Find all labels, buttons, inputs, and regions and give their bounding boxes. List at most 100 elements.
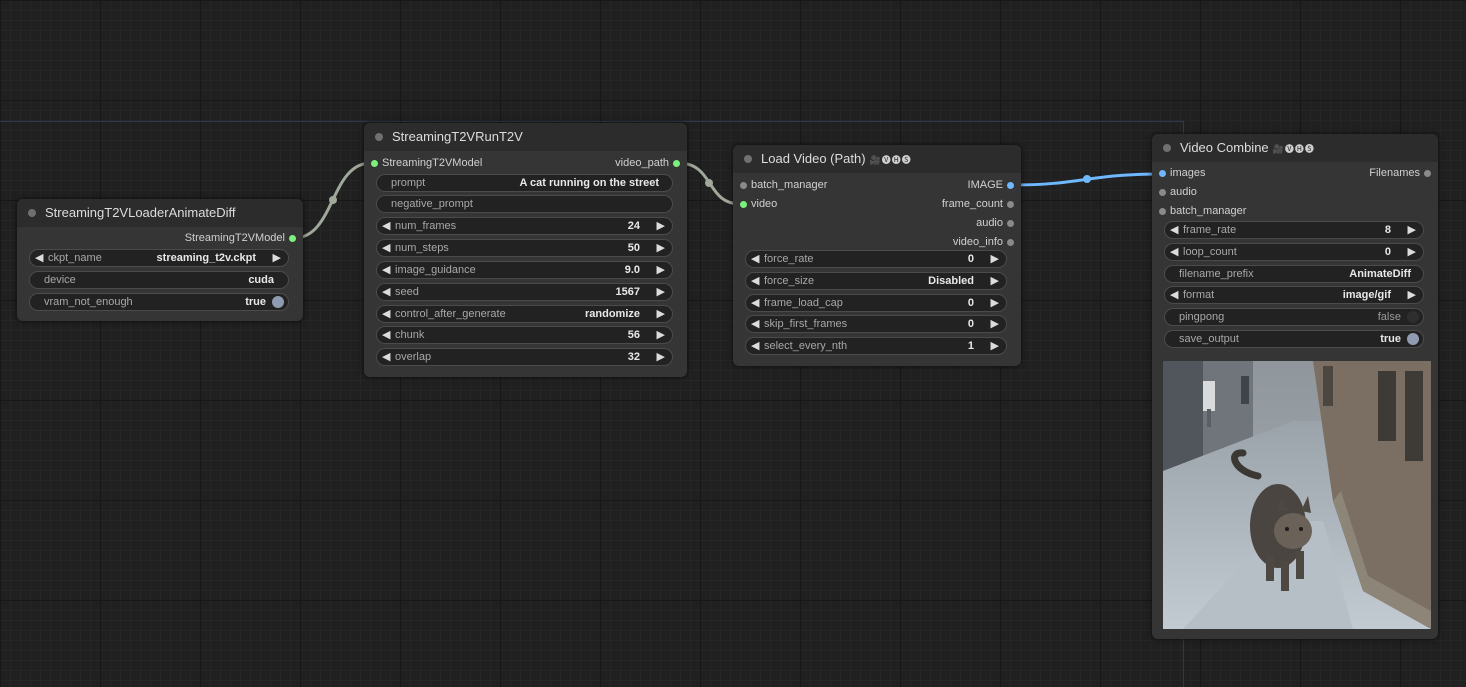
widget-force-size[interactable]: ◀ force_size Disabled ▶ [745, 272, 1007, 290]
widget-loop-count[interactable]: ◀ loop_count 0 ▶ [1164, 243, 1424, 261]
output-label: StreamingT2VModel [184, 232, 285, 244]
widget-image-guidance[interactable]: ◀ image_guidance 9.0 ▶ [376, 261, 673, 279]
node-title-text: StreamingT2VRunT2V [392, 129, 523, 144]
node-title[interactable]: StreamingT2VRunT2V [364, 123, 687, 151]
toggle-on-icon[interactable] [1407, 333, 1419, 345]
decrement-arrow-icon[interactable]: ◀ [751, 296, 759, 309]
increment-arrow-icon[interactable]: ▶ [991, 274, 999, 287]
node-title[interactable]: StreamingT2VLoaderAnimateDiff [17, 199, 303, 227]
input-slot-dot[interactable] [371, 160, 378, 167]
widget-value: 56 [627, 329, 640, 341]
node-title[interactable]: Load Video (Path) 🎥🅥🅗🅢 [733, 145, 1021, 173]
widget-pingpong[interactable]: pingpong false [1164, 308, 1424, 326]
input-slot-dot[interactable] [740, 201, 747, 208]
widget-overlap[interactable]: ◀ overlap 32 ▶ [376, 348, 673, 366]
widget-num-frames[interactable]: ◀ num_frames 24 ▶ [376, 217, 673, 235]
node-video-combine[interactable]: Video Combine 🎥🅥🅗🅢 images Filenames audio… [1152, 134, 1438, 639]
decrement-arrow-icon[interactable]: ◀ [382, 285, 390, 298]
link-images-midpoint[interactable] [1083, 175, 1091, 183]
increment-arrow-icon[interactable]: ▶ [991, 317, 999, 330]
decrement-arrow-icon[interactable]: ◀ [751, 339, 759, 352]
increment-arrow-icon[interactable]: ▶ [991, 339, 999, 352]
widget-frame-load-cap[interactable]: ◀ frame_load_cap 0 ▶ [745, 294, 1007, 312]
toggle-off-icon[interactable] [1407, 311, 1419, 323]
increment-arrow-icon[interactable]: ▶ [991, 296, 999, 309]
widget-seed[interactable]: ◀ seed 1567 ▶ [376, 283, 673, 301]
decrement-arrow-icon[interactable]: ◀ [382, 263, 390, 276]
decrement-arrow-icon[interactable]: ◀ [35, 251, 43, 264]
decrement-arrow-icon[interactable]: ◀ [382, 241, 390, 254]
link-video-path-midpoint[interactable] [705, 179, 713, 187]
widget-chunk[interactable]: ◀ chunk 56 ▶ [376, 326, 673, 344]
output-slot-dot[interactable] [1007, 182, 1014, 189]
output-slot-dot[interactable] [289, 235, 296, 242]
node-loader[interactable]: StreamingT2VLoaderAnimateDiff StreamingT… [17, 199, 303, 321]
widget-value: 0 [1384, 246, 1391, 258]
widget-value: false [1377, 311, 1401, 323]
widget-skip-first-frames[interactable]: ◀ skip_first_frames 0 ▶ [745, 315, 1007, 333]
decrement-arrow-icon[interactable]: ◀ [751, 252, 759, 265]
decrement-arrow-icon[interactable]: ◀ [382, 350, 390, 363]
widget-filename-prefix[interactable]: filename_prefix AnimateDiff [1164, 265, 1424, 283]
increment-arrow-icon[interactable]: ▶ [273, 251, 281, 264]
widget-format[interactable]: ◀ format image/gif ▶ [1164, 286, 1424, 304]
widget-vram-not-enough[interactable]: vram_not_enough true [29, 293, 289, 311]
output-slot-dot[interactable] [1007, 201, 1014, 208]
widget-select-every-nth[interactable]: ◀ select_every_nth 1 ▶ [745, 337, 1007, 355]
decrement-arrow-icon[interactable]: ◀ [382, 219, 390, 232]
collapse-dot[interactable] [375, 133, 383, 141]
decrement-arrow-icon[interactable]: ◀ [382, 307, 390, 320]
increment-arrow-icon[interactable]: ▶ [1408, 245, 1416, 258]
video-preview[interactable] [1163, 361, 1431, 629]
slot-row: audio [1152, 183, 1438, 202]
output-slot-dot[interactable] [1424, 170, 1431, 177]
input-slot-dot[interactable] [1159, 208, 1166, 215]
widget-ckpt-name[interactable]: ◀ ckpt_name streaming_t2v.ckpt ▶ [29, 249, 289, 267]
increment-arrow-icon[interactable]: ▶ [657, 328, 665, 341]
widget-control-after-generate[interactable]: ◀ control_after_generate randomize ▶ [376, 305, 673, 323]
widget-frame-rate[interactable]: ◀ frame_rate 8 ▶ [1164, 221, 1424, 239]
increment-arrow-icon[interactable]: ▶ [657, 263, 665, 276]
widget-num-steps[interactable]: ◀ num_steps 50 ▶ [376, 239, 673, 257]
collapse-dot[interactable] [28, 209, 36, 217]
increment-arrow-icon[interactable]: ▶ [1408, 223, 1416, 236]
node-title[interactable]: Video Combine 🎥🅥🅗🅢 [1152, 134, 1438, 162]
collapse-dot[interactable] [1163, 144, 1171, 152]
decrement-arrow-icon[interactable]: ◀ [1170, 288, 1178, 301]
widget-value: 1 [967, 340, 974, 352]
increment-arrow-icon[interactable]: ▶ [657, 285, 665, 298]
input-slot-dot[interactable] [1159, 189, 1166, 196]
node-load-video[interactable]: Load Video (Path) 🎥🅥🅗🅢 batch_manager IMAG… [733, 145, 1021, 366]
increment-arrow-icon[interactable]: ▶ [657, 307, 665, 320]
widget-force-rate[interactable]: ◀ force_rate 0 ▶ [745, 250, 1007, 268]
link-model[interactable] [293, 161, 372, 240]
input-slot-dot[interactable] [1159, 170, 1166, 177]
decrement-arrow-icon[interactable]: ◀ [751, 274, 759, 287]
input-slot-dot[interactable] [740, 182, 747, 189]
link-video-path[interactable] [677, 161, 742, 206]
output-label: video_path [615, 157, 669, 169]
link-images[interactable] [1012, 172, 1161, 187]
increment-arrow-icon[interactable]: ▶ [657, 241, 665, 254]
collapse-dot[interactable] [744, 155, 752, 163]
toggle-on-icon[interactable] [272, 296, 284, 308]
widget-prompt[interactable]: prompt A cat running on the street [376, 174, 673, 192]
increment-arrow-icon[interactable]: ▶ [1408, 288, 1416, 301]
output-slot-dot[interactable] [1007, 239, 1014, 246]
output-slot-dot[interactable] [1007, 220, 1014, 227]
increment-arrow-icon[interactable]: ▶ [991, 252, 999, 265]
widget-label: select_every_nth [764, 340, 848, 352]
widget-save-output[interactable]: save_output true [1164, 330, 1424, 348]
node-run-t2v[interactable]: StreamingT2VRunT2V StreamingT2VModel vid… [364, 123, 687, 377]
output-slot-dot[interactable] [673, 160, 680, 167]
increment-arrow-icon[interactable]: ▶ [657, 219, 665, 232]
widget-value: 9.0 [624, 264, 640, 276]
decrement-arrow-icon[interactable]: ◀ [751, 317, 759, 330]
decrement-arrow-icon[interactable]: ◀ [1170, 245, 1178, 258]
increment-arrow-icon[interactable]: ▶ [657, 350, 665, 363]
widget-device[interactable]: device cuda [29, 271, 289, 289]
decrement-arrow-icon[interactable]: ◀ [1170, 223, 1178, 236]
widget-negative-prompt[interactable]: negative_prompt [376, 195, 673, 213]
decrement-arrow-icon[interactable]: ◀ [382, 328, 390, 341]
link-model-midpoint[interactable] [329, 196, 337, 204]
